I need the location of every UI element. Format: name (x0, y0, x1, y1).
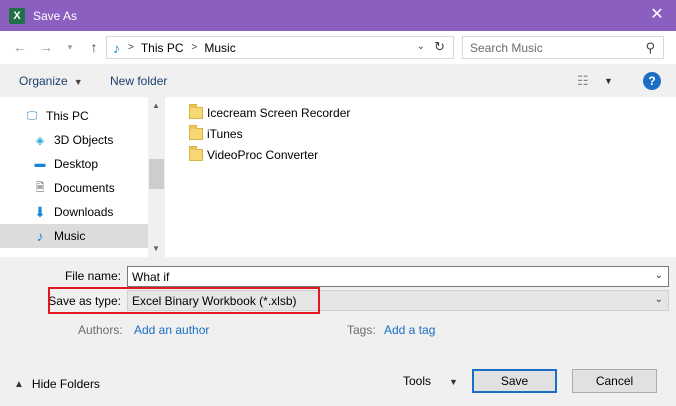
cube-icon: ◈ (35, 134, 45, 147)
file-name: iTunes (207, 127, 243, 141)
tools-button[interactable]: Tools ▼ (403, 374, 458, 388)
help-button[interactable]: ? (643, 72, 661, 90)
breadcrumb-music[interactable]: Music (204, 41, 235, 55)
scroll-down-icon[interactable]: ▼ (152, 244, 160, 253)
command-toolbar: Organize ▼ New folder ☷ ▼ ? (0, 64, 676, 97)
folder-icon (189, 104, 203, 119)
organize-button[interactable]: Organize ▼ (19, 74, 83, 88)
sidebar-item-music[interactable]: ♪ Music (0, 224, 148, 248)
chevron-down-icon[interactable]: ⌄ (655, 270, 663, 281)
authors-label: Authors: (78, 323, 123, 337)
tools-label: Tools (403, 374, 432, 388)
music-icon: ♪ (36, 228, 44, 244)
forward-arrow-icon[interactable]: → (38, 39, 54, 55)
excel-icon: X (9, 7, 25, 24)
folder-icon (189, 125, 203, 140)
hide-folders-button[interactable]: ▲ Hide Folders (14, 377, 100, 391)
sidebar-item-label: Desktop (54, 157, 99, 171)
list-item[interactable]: iTunes (189, 124, 243, 144)
up-arrow-icon[interactable]: ↑ (86, 39, 102, 55)
add-tag-link[interactable]: Add a tag (384, 323, 435, 337)
file-name: VideoProc Converter (207, 148, 319, 162)
list-item[interactable]: VideoProc Converter (189, 145, 318, 165)
caret-down-icon[interactable]: ▼ (604, 76, 613, 86)
search-icon[interactable]: ⚲ (645, 40, 655, 56)
view-options-icon[interactable]: ☷ (577, 73, 589, 89)
download-icon: ⬇ (34, 203, 46, 220)
file-name: Icecream Screen Recorder (207, 106, 351, 120)
hide-folders-label: Hide Folders (31, 377, 100, 391)
navigation-pane: 🖵 This PC ◈ 3D Objects ▬ Desktop 🗎 Docum… (0, 97, 165, 257)
sidebar-item-label: 3D Objects (54, 133, 114, 147)
breadcrumb-separator-icon: > (191, 42, 198, 53)
file-name-label: File name: (64, 269, 121, 283)
caret-down-icon: ▼ (449, 377, 458, 387)
folder-icon (189, 146, 203, 161)
list-item[interactable]: Icecream Screen Recorder (189, 103, 350, 123)
chevron-down-icon[interactable]: ⌄ (655, 294, 663, 305)
save-options-panel: File name: ⌄ Save as type: Excel Binary … (0, 257, 676, 406)
close-button[interactable]: ✕ (648, 6, 666, 24)
sidebar-item-label: Documents (54, 181, 115, 195)
file-name-combo[interactable]: ⌄ (127, 266, 669, 287)
breadcrumb-separator-icon: > (128, 42, 134, 53)
sidebar-item-label: Music (54, 229, 86, 243)
file-name-input[interactable] (132, 269, 632, 284)
save-button[interactable]: Save (472, 369, 557, 393)
computer-icon: 🖵 (26, 109, 38, 122)
highlight-box (48, 287, 320, 314)
nav-scrollbar[interactable]: ▲ ▼ (148, 97, 165, 257)
file-list: Icecream Screen Recorder iTunes VideoPro… (165, 97, 676, 257)
document-icon: 🗎 (35, 181, 45, 194)
chevron-down-icon[interactable]: ⌄ (417, 41, 425, 52)
sidebar-item-downloads[interactable]: ⬇ Downloads (0, 200, 148, 224)
refresh-icon[interactable]: ↻ (434, 39, 445, 55)
caret-down-icon: ▼ (73, 77, 83, 87)
sidebar-item-documents[interactable]: 🗎 Documents (0, 176, 148, 200)
sidebar-item-label: Downloads (54, 205, 114, 219)
cancel-button[interactable]: Cancel (572, 369, 657, 393)
search-input[interactable] (470, 40, 640, 55)
back-arrow-icon[interactable]: ← (12, 39, 28, 55)
sidebar-item-3d-objects[interactable]: ◈ 3D Objects (0, 128, 148, 152)
music-icon: ♪ (113, 39, 120, 56)
chevron-down-icon[interactable]: ▾ (62, 39, 78, 55)
address-bar[interactable]: ♪ > This PC > Music ⌄ ↻ (106, 36, 454, 59)
add-author-link[interactable]: Add an author (134, 323, 209, 337)
navigation-row: ← → ▾ ↑ ♪ > This PC > Music ⌄ ↻ ⚲ (0, 31, 676, 64)
sidebar-item-label: This PC (46, 109, 89, 123)
scroll-up-icon[interactable]: ▲ (152, 101, 160, 110)
sidebar-item-desktop[interactable]: ▬ Desktop (0, 152, 148, 176)
new-folder-button[interactable]: New folder (110, 74, 167, 88)
scrollbar-thumb[interactable] (149, 159, 164, 189)
search-box[interactable]: ⚲ (462, 36, 664, 59)
caret-up-icon: ▲ (14, 378, 24, 390)
title-bar: X Save As ✕ (0, 0, 676, 31)
tags-label: Tags: (347, 323, 376, 337)
sidebar-item-this-pc[interactable]: 🖵 This PC (0, 104, 148, 128)
window-title: Save As (33, 8, 78, 23)
breadcrumb-this-pc[interactable]: This PC (141, 41, 184, 55)
organize-label: Organize (19, 74, 68, 88)
desktop-icon: ▬ (34, 158, 46, 170)
